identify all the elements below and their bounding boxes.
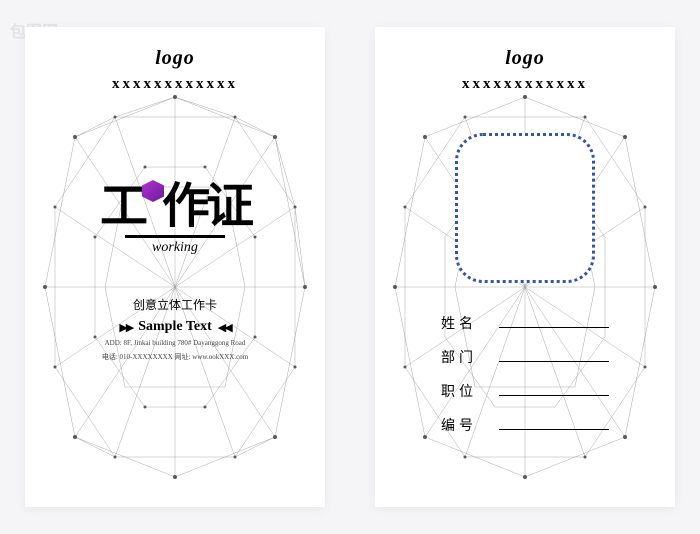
field-row-name: 姓名 — [441, 313, 609, 333]
gem-icon — [142, 180, 164, 202]
title-underline — [125, 235, 225, 238]
address-line-1: ADD: 8F, Jinkai building 780# Dayanggong… — [105, 339, 246, 349]
card-back: logo xxxxxxxxxxxx — [375, 27, 675, 507]
field-row-dept: 部门 — [441, 347, 609, 367]
title-part1: 工 — [100, 180, 144, 233]
logo-text: logo — [505, 47, 545, 70]
working-subtitle: working — [152, 240, 198, 256]
address-line-2: 电话: 010-XXXXXXXX 网址: www.ookXXX.com — [102, 353, 248, 363]
field-block: 姓名 部门 职位 编号 — [441, 313, 609, 435]
field-row-position: 职位 — [441, 381, 609, 401]
company-placeholder: xxxxxxxxxxxx — [112, 76, 238, 93]
triangle-right-icon: ◀◀ — [218, 321, 231, 334]
field-line — [499, 348, 609, 362]
field-label: 职位 — [441, 381, 491, 401]
front-center-block: 工作证 working 创意立体工作卡 ▶▶ Sample Text ◀◀ AD… — [100, 183, 250, 363]
logo-text: logo — [155, 47, 195, 70]
field-label: 编号 — [441, 415, 491, 435]
field-row-id: 编号 — [441, 415, 609, 435]
title-part2: 作证 — [162, 180, 250, 233]
photo-placeholder — [455, 133, 595, 283]
triangle-left-icon: ▶▶ — [119, 321, 132, 334]
field-label: 姓名 — [441, 313, 491, 333]
front-subtitle: 创意立体工作卡 — [133, 296, 217, 313]
card-front: logo xxxxxxxxxxxx — [25, 27, 325, 507]
field-line — [499, 416, 609, 430]
field-label: 部门 — [441, 347, 491, 367]
field-line — [499, 382, 609, 396]
card-title-art: 工作证 — [100, 183, 250, 231]
sample-text-row: ▶▶ Sample Text ◀◀ — [119, 319, 230, 335]
sample-text: Sample Text — [138, 319, 212, 335]
company-placeholder: xxxxxxxxxxxx — [462, 76, 588, 93]
field-line — [499, 314, 609, 328]
